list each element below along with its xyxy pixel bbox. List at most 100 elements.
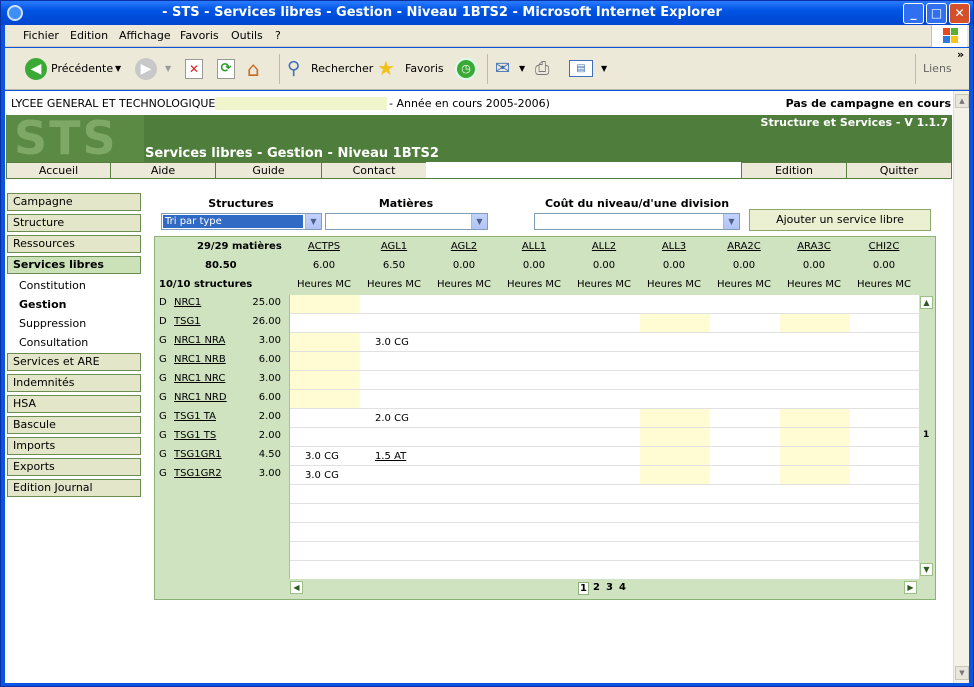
home-button[interactable]: ⌂ — [245, 57, 271, 81]
page-vertical-scrollbar[interactable]: ▲ ▼ — [953, 91, 969, 683]
back-button[interactable]: ◀ Précédente ▼ — [23, 57, 123, 81]
sidebar-item-exports[interactable]: Exports — [7, 458, 141, 476]
column-code-link[interactable]: CHI2C — [849, 241, 919, 252]
structure-name-link[interactable]: NRC1 NRB — [174, 354, 226, 365]
grid-cell-editable[interactable] — [780, 428, 850, 446]
matieres-select[interactable]: ▼ — [325, 213, 488, 230]
sidebar-item-indemnites[interactable]: Indemnités — [7, 374, 141, 392]
refresh-button[interactable]: ⟳ — [215, 57, 237, 81]
sidebar-sub-suppression[interactable]: Suppression — [19, 317, 86, 330]
structure-name-link[interactable]: TSG1GR1 — [174, 449, 222, 460]
structure-name-link[interactable]: NRC1 NRC — [174, 373, 225, 384]
service-cell-value[interactable]: 1.5 AT — [375, 451, 406, 462]
service-cell-value[interactable]: 3.0 CG — [305, 470, 339, 481]
column-code-link[interactable]: ARA2C — [709, 241, 779, 252]
page-link-3[interactable]: 3 — [606, 582, 613, 593]
grid-vertical-scrollbar[interactable]: ▲ 1 ▼ — [919, 295, 934, 579]
grid-cell-editable[interactable] — [290, 390, 360, 408]
tab-contact[interactable]: Contact — [321, 162, 427, 179]
favorites-button[interactable]: ★ Favoris — [377, 56, 447, 81]
menu-help[interactable]: ? — [275, 29, 281, 42]
sidebar-item-campagne[interactable]: Campagne — [7, 193, 141, 211]
history-button[interactable]: ◷ — [453, 57, 479, 81]
grid-cell-editable[interactable] — [290, 352, 360, 370]
grid-cell-editable[interactable] — [290, 333, 360, 351]
menu-affichage[interactable]: Affichage — [119, 29, 171, 42]
menu-edition[interactable]: Edition — [70, 29, 108, 42]
structure-name-link[interactable]: TSG1 TA — [174, 411, 216, 422]
scroll-up-icon[interactable]: ▲ — [955, 94, 969, 108]
page-link-4[interactable]: 4 — [619, 582, 626, 593]
sidebar-sub-constitution[interactable]: Constitution — [19, 279, 86, 292]
sidebar-item-hsa[interactable]: HSA — [7, 395, 141, 413]
structure-name-link[interactable]: TSG1GR2 — [174, 468, 222, 479]
tab-edition[interactable]: Edition — [741, 162, 847, 179]
grid-cell-editable[interactable] — [640, 314, 710, 332]
sidebar-sub-gestion[interactable]: Gestion — [19, 298, 66, 311]
grid-cell-editable[interactable] — [290, 371, 360, 389]
page-link-2[interactable]: 2 — [593, 582, 600, 593]
grid-cell-editable[interactable] — [780, 447, 850, 465]
grid-cell-editable[interactable] — [640, 447, 710, 465]
tab-quitter[interactable]: Quitter — [846, 162, 952, 179]
grid-cell-editable[interactable] — [640, 428, 710, 446]
structure-hours: 2.00 — [258, 430, 281, 441]
menu-outils[interactable]: Outils — [231, 29, 263, 42]
scroll-left-icon[interactable]: ◀ — [290, 581, 303, 594]
close-button[interactable]: ✕ — [949, 3, 970, 24]
column-code-link[interactable]: AGL2 — [429, 241, 499, 252]
structure-name-link[interactable]: NRC1 NRD — [174, 392, 227, 403]
column-code-link[interactable]: ARA3C — [779, 241, 849, 252]
grid-cell-editable[interactable] — [640, 409, 710, 427]
tab-guide[interactable]: Guide — [215, 162, 322, 179]
page-link-1[interactable]: 1 — [578, 582, 589, 595]
service-cell-value[interactable]: 3.0 CG — [375, 337, 409, 348]
mail-button[interactable]: ✉ ▼ — [493, 57, 529, 81]
tab-aide[interactable]: Aide — [110, 162, 216, 179]
service-cell-value[interactable]: 3.0 CG — [305, 451, 339, 462]
sidebar-item-services-are[interactable]: Services et ARE — [7, 353, 141, 371]
sidebar-item-bascule[interactable]: Bascule — [7, 416, 141, 434]
scroll-down-icon[interactable]: ▼ — [955, 666, 969, 680]
column-code-link[interactable]: ALL2 — [569, 241, 639, 252]
structure-name-link[interactable]: TSG1 TS — [174, 430, 216, 441]
menu-favoris[interactable]: Favoris — [180, 29, 219, 42]
structure-name-link[interactable]: TSG1 — [174, 316, 201, 327]
edit-button[interactable]: ▤ ▼ — [567, 57, 609, 81]
scroll-up-icon[interactable]: ▲ — [920, 296, 933, 309]
grid-cell-editable[interactable] — [640, 466, 710, 484]
menu-bar: Fichier Edition Affichage Favoris Outils… — [5, 25, 969, 47]
scroll-right-icon[interactable]: ▶ — [904, 581, 917, 594]
grid-cell-editable[interactable] — [780, 409, 850, 427]
maximize-button[interactable]: □ — [926, 3, 947, 24]
column-code-link[interactable]: AGL1 — [359, 241, 429, 252]
column-code-link[interactable]: ALL3 — [639, 241, 709, 252]
sidebar-item-edition-journal[interactable]: Edition Journal — [7, 479, 141, 497]
sidebar-item-services-libres[interactable]: Services libres — [7, 256, 141, 274]
sidebar-item-ressources[interactable]: Ressources — [7, 235, 141, 253]
cout-select[interactable]: ▼ — [534, 213, 740, 230]
add-service-button[interactable]: Ajouter un service libre — [749, 209, 931, 231]
column-code-link[interactable]: ALL1 — [499, 241, 569, 252]
search-button[interactable]: ⚲ Rechercher — [285, 57, 373, 81]
print-button[interactable]: ⎙ — [533, 57, 559, 81]
grid-cell-editable[interactable] — [780, 314, 850, 332]
structure-name-link[interactable]: NRC1 NRA — [174, 335, 225, 346]
minimize-button[interactable]: _ — [903, 3, 924, 24]
structure-name-link[interactable]: NRC1 — [174, 297, 201, 308]
grid-cell-editable[interactable] — [290, 295, 360, 313]
column-code-link[interactable]: ACTPS — [289, 241, 359, 252]
sidebar-item-structure[interactable]: Structure — [7, 214, 141, 232]
toolbar-overflow-icon[interactable]: » — [957, 48, 964, 61]
scroll-down-icon[interactable]: ▼ — [920, 563, 933, 576]
forward-button[interactable]: ▶ ▼ — [133, 57, 173, 81]
structures-select[interactable]: Tri par type ▼ — [161, 213, 322, 230]
stop-button[interactable]: ✕ — [183, 57, 205, 81]
menu-fichier[interactable]: Fichier — [23, 29, 59, 42]
grid-horizontal-scrollbar[interactable]: ◀ 1 2 3 4 ▶ — [289, 579, 934, 597]
sidebar-sub-consultation[interactable]: Consultation — [19, 336, 88, 349]
service-cell-value[interactable]: 2.0 CG — [375, 413, 409, 424]
tab-accueil[interactable]: Accueil — [6, 162, 111, 179]
grid-cell-editable[interactable] — [780, 466, 850, 484]
sidebar-item-imports[interactable]: Imports — [7, 437, 141, 455]
